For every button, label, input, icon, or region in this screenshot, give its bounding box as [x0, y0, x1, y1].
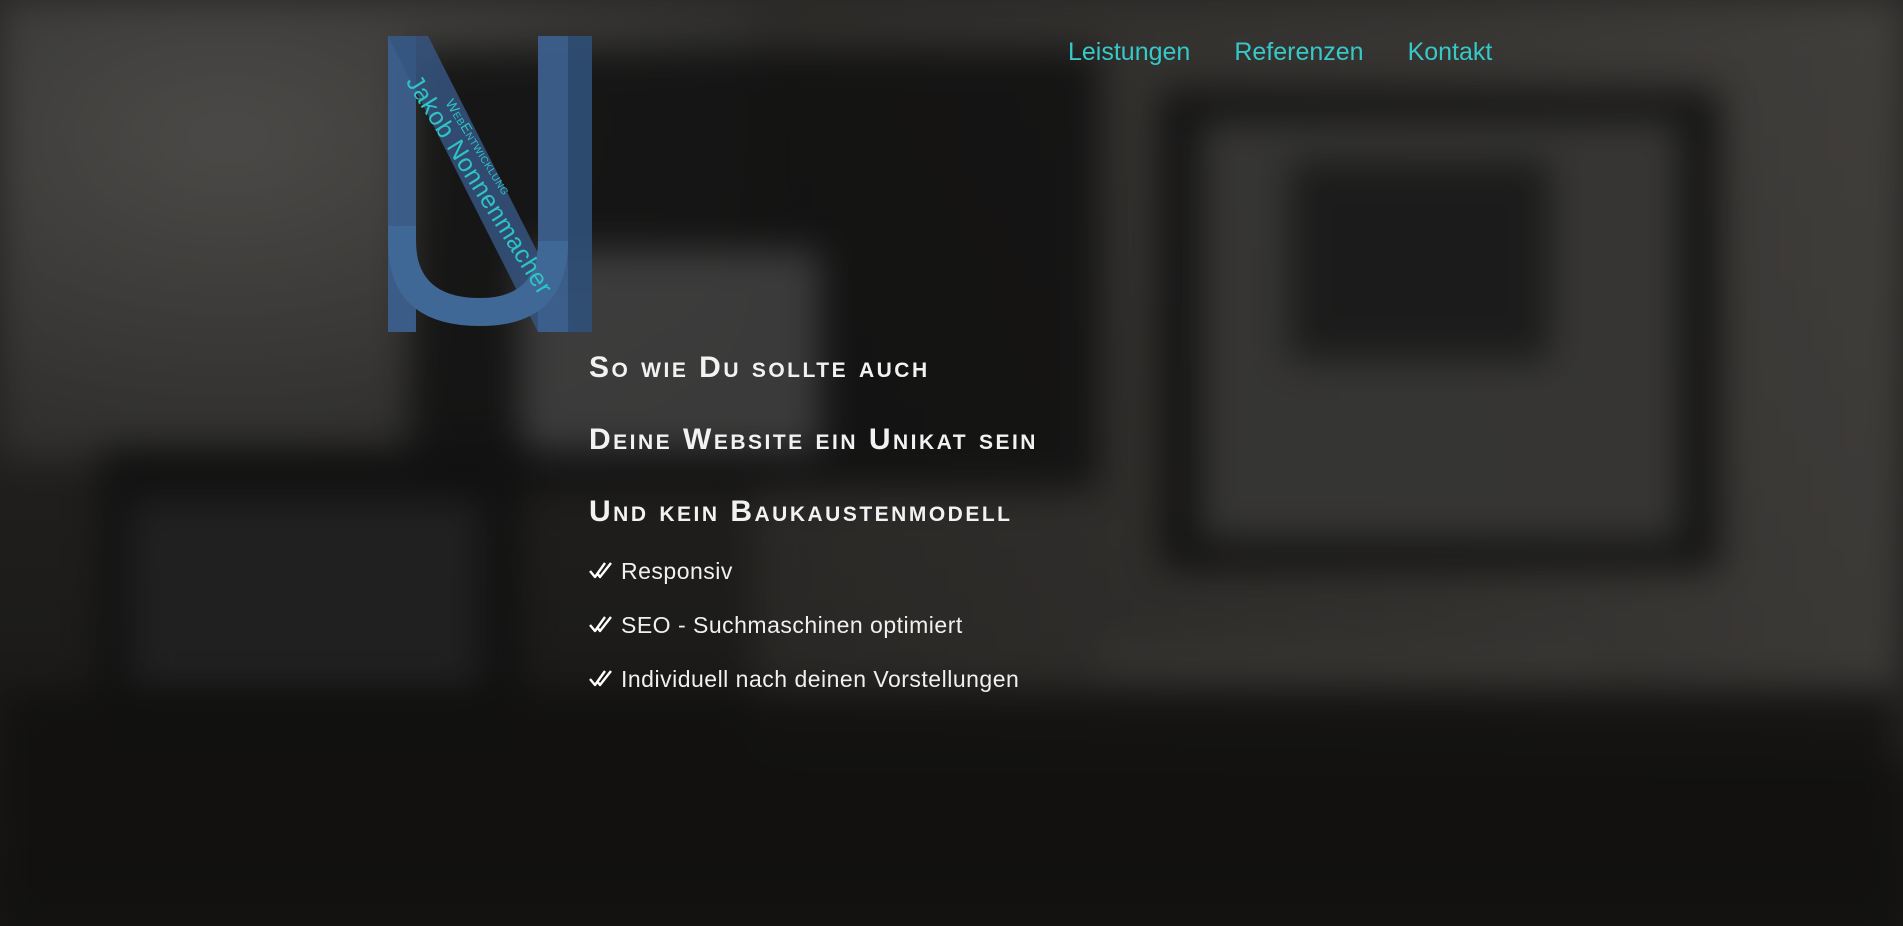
main-nav: Leistungen Referenzen Kontakt	[1068, 38, 1492, 67]
double-check-icon	[589, 616, 612, 633]
hero-headline-3: Und kein Baukaustenmodell	[589, 495, 1013, 528]
hero-headlines: So wie Du sollte auch Deine Website ein …	[589, 346, 1038, 562]
feature-text: Individuell nach deinen Vorstellungen	[621, 666, 1020, 692]
hero-headline-1: So wie Du sollte auch	[589, 351, 930, 384]
logo[interactable]: Jakob Nonnenmacher WebEntwicklung	[388, 36, 594, 332]
nav-item-leistungen[interactable]: Leistungen	[1068, 38, 1190, 67]
double-check-icon	[589, 562, 612, 579]
feature-list: Responsiv SEO - Suchmaschinen optimiert …	[589, 558, 1019, 720]
nav-item-kontakt[interactable]: Kontakt	[1408, 38, 1493, 67]
feature-text: Responsiv	[621, 558, 733, 584]
nav-item-referenzen[interactable]: Referenzen	[1234, 38, 1363, 67]
feature-item: Responsiv	[589, 558, 1019, 612]
hero-section: Jakob Nonnenmacher WebEntwicklung Leistu…	[0, 0, 1903, 926]
feature-item: Individuell nach deinen Vorstellungen	[589, 666, 1019, 720]
double-check-icon	[589, 670, 612, 687]
feature-text: SEO - Suchmaschinen optimiert	[621, 612, 963, 638]
hero-headline-2: Deine Website ein Unikat sein	[589, 423, 1038, 456]
feature-item: SEO - Suchmaschinen optimiert	[589, 612, 1019, 666]
